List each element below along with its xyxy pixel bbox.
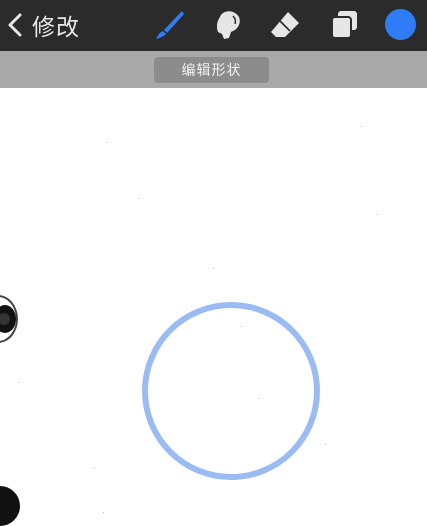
smudge-icon (216, 11, 240, 39)
canvas-speck (103, 512, 104, 513)
canvas-speck (213, 268, 214, 269)
opacity-slider-handle[interactable] (0, 486, 20, 526)
eraser-icon (271, 12, 299, 37)
canvas-speck (18, 382, 19, 383)
drawing-app: 修改 编辑形状 (0, 0, 427, 526)
slider-handle-inner (0, 305, 16, 333)
eraser-tool[interactable] (268, 8, 302, 42)
brush-tool[interactable] (152, 8, 186, 42)
chevron-left-icon (8, 13, 22, 37)
edit-shape-button[interactable]: 编辑形状 (154, 57, 269, 83)
canvas-speck (361, 126, 362, 127)
drawing-canvas[interactable] (0, 88, 427, 526)
shape-edit-bar: 编辑形状 (0, 51, 427, 88)
back-button[interactable]: 修改 (6, 9, 80, 41)
layers-icon (331, 11, 357, 39)
smudge-tool[interactable] (211, 8, 245, 42)
canvas-speck (377, 214, 378, 215)
brush-icon (156, 11, 184, 39)
canvas-speck (106, 142, 107, 143)
layers-tool[interactable] (327, 8, 361, 42)
brush-size-slider-handle[interactable] (0, 295, 18, 343)
circle-shape[interactable] (142, 302, 320, 480)
back-label: 修改 (32, 15, 80, 41)
canvas-speck (94, 468, 95, 469)
color-picker-button[interactable] (385, 9, 416, 40)
canvas-speck (325, 444, 326, 445)
canvas-speck (138, 198, 139, 199)
top-toolbar: 修改 (0, 0, 427, 51)
